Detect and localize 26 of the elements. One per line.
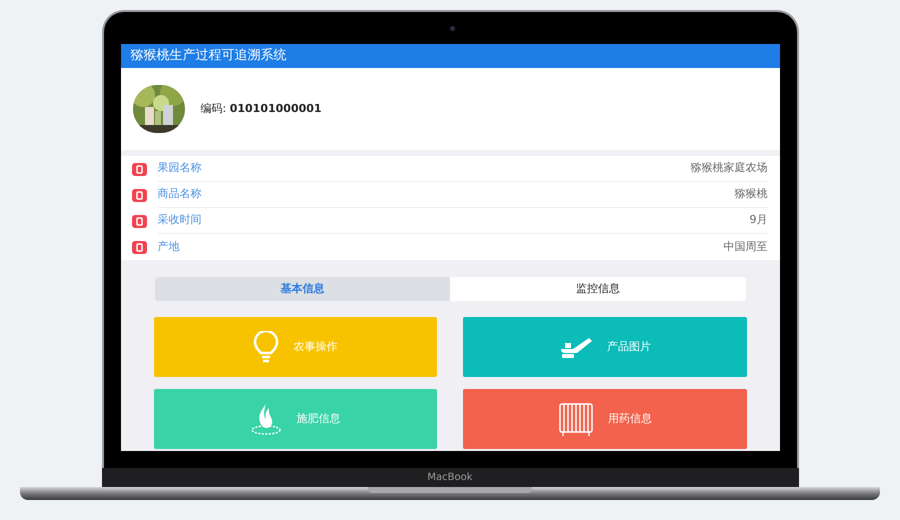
product-code: 编码: 010101000001 xyxy=(200,100,322,117)
info-label: 商品名称 xyxy=(158,186,202,202)
light-bulb-icon xyxy=(253,331,280,363)
info-value: 中国周至 xyxy=(724,238,768,255)
tab[interactable]: 基本信息 xyxy=(154,277,450,301)
radiator-icon xyxy=(558,401,594,437)
brand-label: MacBook xyxy=(427,471,473,485)
phone-icon xyxy=(132,162,146,176)
phone-icon xyxy=(132,188,146,202)
menu-card[interactable]: 用药信息 xyxy=(463,389,746,449)
sprayer-icon xyxy=(558,335,593,359)
phone-icon xyxy=(132,240,146,254)
menu-card[interactable]: 农事操作 xyxy=(154,317,437,377)
info-label: 产地 xyxy=(158,238,180,255)
info-label: 采收时间 xyxy=(158,212,202,228)
tab[interactable]: 监控信息 xyxy=(450,277,746,301)
app-title: 猕猴桃生产过程可追溯系统 xyxy=(130,47,286,66)
camera-icon xyxy=(450,26,454,31)
phone-icon xyxy=(132,214,146,228)
info-value: 9月 xyxy=(750,212,768,228)
flame-icon xyxy=(250,402,282,436)
info-value: 猕猴桃 xyxy=(734,186,768,202)
info-label: 果园名称 xyxy=(158,160,202,176)
info-value: 猕猴桃家庭农场 xyxy=(690,160,768,176)
menu-card[interactable]: 施肥信息 xyxy=(154,389,437,449)
menu-card[interactable]: 产品图片 xyxy=(463,317,746,377)
